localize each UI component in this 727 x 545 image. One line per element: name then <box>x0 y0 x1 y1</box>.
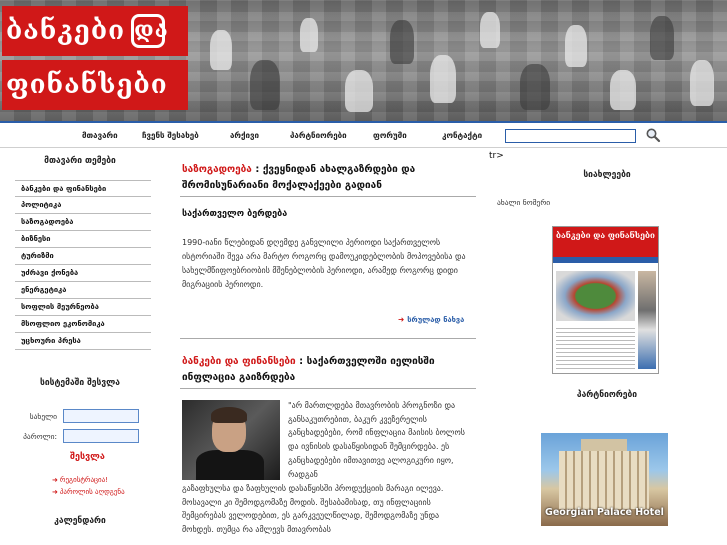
article-summary: 1990-იანი წლებიდან დღემდე განვლილი პერიო… <box>182 238 466 289</box>
register-link[interactable]: ➜ რეგისტრაცია! <box>52 476 108 484</box>
nav-item-about[interactable]: ჩვენს შესახებ <box>142 131 199 140</box>
stray-markup-text: tr> <box>489 151 504 161</box>
topic-item[interactable]: საზოგადოება <box>15 214 151 231</box>
divider <box>180 196 476 197</box>
article-subhead: საქართველო ბერდება <box>182 209 288 219</box>
topic-item[interactable]: ტურიზმი <box>15 248 151 265</box>
article-quote: "არ მართლდება მთავრობის პროგნოზი და განს… <box>288 401 465 479</box>
article-title[interactable]: საზოგადოება : ქვეყნიდან ახალგაზრდები და … <box>182 162 472 194</box>
username-input[interactable] <box>63 409 139 423</box>
logo-line-2: ფინანსები <box>2 60 188 110</box>
topics-list: ბანკები და ფინანსები პოლიტიკა საზოგადოებ… <box>15 180 151 350</box>
nav-item-home[interactable]: მთავარი <box>82 131 118 140</box>
arrow-right-icon: ➜ <box>52 488 58 496</box>
topic-item[interactable]: პოლიტიკა <box>15 197 151 214</box>
arrow-right-icon: ➜ <box>398 315 405 324</box>
logo-amp: და <box>131 14 168 48</box>
main-content: საზოგადოება : ქვეყნიდან ახალგაზრდები და … <box>160 148 485 545</box>
topic-item[interactable]: ენერგეტიკა <box>15 282 151 299</box>
read-more-label: სრულად ნახვა <box>407 315 465 324</box>
article-title[interactable]: ბანკები და ფინანსები : საქართველოში იელი… <box>182 354 472 386</box>
article-category[interactable]: ბანკები და ფინანსები <box>182 356 296 367</box>
partner-banner[interactable]: Georgian Palace Hotel <box>541 433 668 526</box>
nav-item-contact[interactable]: კონტაქტი <box>442 131 482 140</box>
nav-item-partners[interactable]: პარტნიორები <box>290 131 347 140</box>
search-input[interactable] <box>505 129 636 143</box>
left-sidebar: მთავარი თემები ბანკები და ფინანსები პოლი… <box>0 148 160 545</box>
arrow-right-icon: ➜ <box>52 476 58 484</box>
topic-item[interactable]: ბიზნესი <box>15 231 151 248</box>
title-separator: : <box>295 356 307 367</box>
password-input[interactable] <box>63 429 139 443</box>
logo-word-1: ბანკები <box>6 16 126 46</box>
partners-title: პარტნიორები <box>576 390 638 400</box>
logo-line-1: ბანკები და <box>2 6 188 56</box>
forgot-link-label: პაროლის აღდგენა <box>59 488 125 496</box>
cover-masthead: ბანკები და ფინანსები <box>553 227 658 257</box>
partner-name: Georgian Palace Hotel <box>545 507 664 518</box>
logo-word-2: ფინანსები <box>6 70 168 100</box>
register-link-label: რეგისტრაცია! <box>59 476 109 484</box>
topic-item[interactable]: ბანკები და ფინანსები <box>15 180 151 197</box>
topic-item[interactable]: უძრავი ქონება <box>15 265 151 282</box>
login-button[interactable]: შესვლა <box>70 452 105 462</box>
issue-cover-image[interactable]: ბანკები და ფინანსები <box>552 226 659 374</box>
topic-item[interactable]: მსოფლიო ეკონომიკა <box>15 316 151 333</box>
article-category[interactable]: საზოგადოება <box>182 164 252 175</box>
username-label: სახელი <box>29 412 57 421</box>
topics-title: მთავარი თემები <box>44 156 116 166</box>
login-title: სისტემაში შესვლა <box>40 378 120 388</box>
nav-item-archive[interactable]: არქივი <box>230 131 259 140</box>
new-issue-label: ახალი ნომერი <box>497 198 551 207</box>
article-photo[interactable] <box>182 400 280 480</box>
divider <box>180 388 476 389</box>
article-quote-continued: გაზაფხულსა და ზაფხულის დასაწყისში პროდუქ… <box>182 484 444 535</box>
nav-item-forum[interactable]: ფორუმი <box>373 131 407 140</box>
password-label: პაროლი: <box>23 432 57 441</box>
calendar-title: კალენდარი <box>54 516 106 526</box>
right-sidebar: tr> სიახლეები ახალი ნომერი ბანკები და ფი… <box>485 148 727 545</box>
read-more-link[interactable]: ➜ სრულად ნახვა <box>398 315 464 324</box>
header-banner: ბანკები და ფინანსები <box>0 0 727 121</box>
divider <box>180 338 476 339</box>
topic-item[interactable]: სოფლის მეურნეობა <box>15 299 151 316</box>
title-separator: : <box>251 164 263 175</box>
search-icon[interactable] <box>645 127 661 143</box>
main-nav: მთავარი ჩვენს შესახებ არქივი პარტნიორები… <box>0 121 727 148</box>
news-title: სიახლეები <box>583 170 631 180</box>
topic-item[interactable]: უცხოური პრესა <box>15 333 151 350</box>
site-logo[interactable]: ბანკები და ფინანსები <box>2 6 188 116</box>
forgot-password-link[interactable]: ➜ პაროლის აღდგენა <box>52 488 125 496</box>
